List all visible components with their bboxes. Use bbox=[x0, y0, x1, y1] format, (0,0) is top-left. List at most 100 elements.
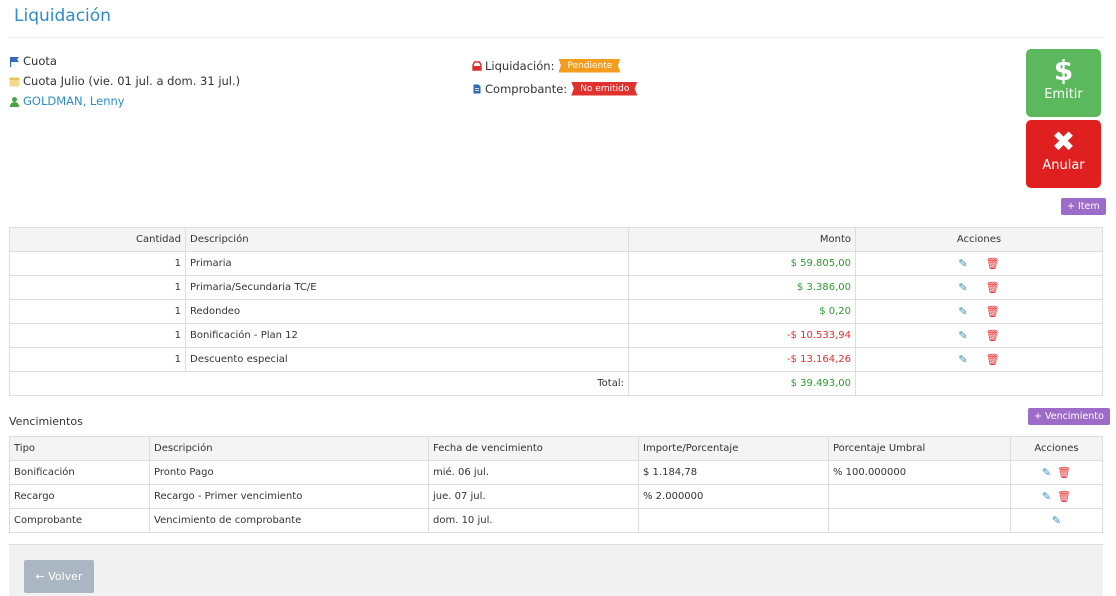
cell-acciones: ✎ bbox=[1010, 508, 1103, 533]
user-icon bbox=[10, 97, 19, 107]
page-title: Liquidación bbox=[14, 6, 111, 26]
periodo-line: Cuota Julio (vie. 01 jul. a dom. 31 jul.… bbox=[9, 74, 240, 94]
edit-icon[interactable]: ✎ bbox=[1042, 466, 1051, 479]
total-value: $ 39.493,00 bbox=[628, 371, 856, 396]
document-icon bbox=[473, 84, 481, 93]
trash-icon[interactable]: 🗑 bbox=[986, 329, 1000, 342]
cell-importe: $ 1.184,78 bbox=[638, 460, 829, 485]
trash-icon[interactable]: 🗑 bbox=[1057, 490, 1071, 503]
cell-acciones: ✎ 🗑 bbox=[1010, 484, 1103, 509]
footer-bar bbox=[9, 544, 1103, 596]
anular-button[interactable]: ✖ Anular bbox=[1026, 120, 1101, 188]
col-acciones: Acciones bbox=[1010, 436, 1103, 461]
trash-icon[interactable]: 🗑 bbox=[1057, 466, 1071, 479]
table-row: Bonificación Pronto Pago mié. 06 jul. $ … bbox=[9, 460, 1103, 485]
items-table: Cantidad Descripción Monto Acciones 1 Pr… bbox=[9, 227, 1103, 396]
cell-descripcion: Pronto Pago bbox=[149, 460, 429, 485]
add-item-button[interactable]: + Item bbox=[1061, 198, 1106, 215]
comprobante-row: Comprobante: No emitido bbox=[472, 77, 638, 100]
flag-icon bbox=[10, 57, 19, 67]
edit-icon[interactable]: ✎ bbox=[958, 305, 967, 318]
trash-icon[interactable]: 🗑 bbox=[986, 353, 1000, 366]
cell-cantidad: 1 bbox=[9, 275, 186, 300]
cell-acciones: ✎ 🗑 bbox=[855, 323, 1103, 348]
cell-acciones: ✎ 🗑 bbox=[855, 347, 1103, 372]
cell-monto: -$ 10.533,94 bbox=[628, 323, 856, 348]
cell-descripcion: Primaria bbox=[185, 251, 629, 276]
liquidacion-label: Liquidación: bbox=[485, 58, 555, 73]
anular-label: Anular bbox=[1042, 158, 1085, 173]
trash-icon[interactable]: 🗑 bbox=[986, 281, 1000, 294]
trash-icon[interactable]: 🗑 bbox=[986, 305, 1000, 318]
cell-fecha: jue. 07 jul. bbox=[428, 484, 639, 509]
cell-acciones: ✎ 🗑 bbox=[855, 275, 1103, 300]
cell-descripcion: Bonificación - Plan 12 bbox=[185, 323, 629, 348]
volver-button[interactable]: ← Volver bbox=[24, 560, 94, 593]
add-vencimiento-button[interactable]: + Vencimiento bbox=[1028, 408, 1110, 425]
cell-tipo: Comprobante bbox=[9, 508, 150, 533]
cell-descripcion: Primaria/Secundaria TC/E bbox=[185, 275, 629, 300]
inbox-icon bbox=[472, 60, 482, 71]
col-umbral: Porcentaje Umbral bbox=[828, 436, 1011, 461]
col-tipo: Tipo bbox=[9, 436, 150, 461]
dollar-icon: $ bbox=[1053, 54, 1074, 87]
liquidacion-row: Liquidación: Pendiente bbox=[472, 54, 637, 77]
cell-tipo: Bonificación bbox=[9, 460, 150, 485]
table-row: 1 Redondeo $ 0,20 ✎ 🗑 bbox=[9, 299, 1103, 324]
cell-descripcion: Recargo - Primer vencimiento bbox=[149, 484, 429, 509]
cell-descripcion: Descuento especial bbox=[185, 347, 629, 372]
info-left: Cuota Cuota Julio (vie. 01 jul. a dom. 3… bbox=[9, 54, 240, 114]
total-label: Total: bbox=[9, 371, 629, 396]
cell-fecha: dom. 10 jul. bbox=[428, 508, 639, 533]
edit-icon[interactable]: ✎ bbox=[1042, 490, 1051, 503]
col-descripcion: Descripción bbox=[185, 227, 629, 252]
emitir-button[interactable]: $ Emitir bbox=[1026, 49, 1101, 117]
edit-icon[interactable]: ✎ bbox=[958, 257, 967, 270]
cell-cantidad: 1 bbox=[9, 251, 186, 276]
cell-importe: % 2.000000 bbox=[638, 484, 829, 509]
persona-line: GOLDMAN, Lenny bbox=[9, 94, 240, 114]
tipo-line: Cuota bbox=[9, 54, 240, 74]
cell-monto: $ 3.386,00 bbox=[628, 275, 856, 300]
col-descripcion: Descripción bbox=[149, 436, 429, 461]
cell-monto: $ 0,20 bbox=[628, 299, 856, 324]
comprobante-label: Comprobante: bbox=[485, 81, 568, 96]
col-importe: Importe/Porcentaje bbox=[638, 436, 829, 461]
trash-icon[interactable]: 🗑 bbox=[986, 257, 1000, 270]
calendar-icon bbox=[9, 77, 20, 87]
cell-cantidad: 1 bbox=[9, 299, 186, 324]
col-acciones: Acciones bbox=[855, 227, 1103, 252]
periodo-text: Cuota Julio (vie. 01 jul. a dom. 31 jul.… bbox=[23, 74, 241, 88]
edit-icon[interactable]: ✎ bbox=[958, 329, 967, 342]
table-row: Comprobante Vencimiento de comprobante d… bbox=[9, 508, 1103, 533]
table-row: 1 Primaria $ 59.805,00 ✎ 🗑 bbox=[9, 251, 1103, 276]
cell-acciones: ✎ 🗑 bbox=[855, 251, 1103, 276]
total-row: Total: $ 39.493,00 bbox=[9, 371, 1103, 396]
cell-acciones: ✎ 🗑 bbox=[855, 299, 1103, 324]
cell-tipo: Recargo bbox=[9, 484, 150, 509]
liquidacion-status-badge: Pendiente bbox=[558, 58, 621, 73]
venc-header-row: Tipo Descripción Fecha de vencimiento Im… bbox=[9, 436, 1103, 461]
items-header-row: Cantidad Descripción Monto Acciones bbox=[9, 227, 1103, 252]
table-row: 1 Primaria/Secundaria TC/E $ 3.386,00 ✎ 🗑 bbox=[9, 275, 1103, 300]
table-row: 1 Bonificación - Plan 12 -$ 10.533,94 ✎ 🗑 bbox=[9, 323, 1103, 348]
cell-monto: -$ 13.164,26 bbox=[628, 347, 856, 372]
cell-cantidad: 1 bbox=[9, 347, 186, 372]
col-cantidad: Cantidad bbox=[9, 227, 186, 252]
table-row: 1 Descuento especial -$ 13.164,26 ✎ 🗑 bbox=[9, 347, 1103, 372]
edit-icon[interactable]: ✎ bbox=[1052, 514, 1061, 527]
tipo-text: Cuota bbox=[23, 54, 57, 68]
cell-umbral bbox=[828, 484, 1011, 509]
cell-acciones: ✎ 🗑 bbox=[1010, 460, 1103, 485]
vencimientos-title: Vencimientos bbox=[9, 415, 83, 428]
edit-icon[interactable]: ✎ bbox=[958, 281, 967, 294]
persona-link[interactable]: GOLDMAN, Lenny bbox=[23, 94, 125, 108]
cell-descripcion: Vencimiento de comprobante bbox=[149, 508, 429, 533]
col-fecha: Fecha de vencimiento bbox=[428, 436, 639, 461]
cell-descripcion: Redondeo bbox=[185, 299, 629, 324]
col-monto: Monto bbox=[628, 227, 856, 252]
cell-fecha: mié. 06 jul. bbox=[428, 460, 639, 485]
comprobante-status-badge: No emitido bbox=[571, 81, 638, 96]
edit-icon[interactable]: ✎ bbox=[958, 353, 967, 366]
cell-umbral: % 100.000000 bbox=[828, 460, 1011, 485]
